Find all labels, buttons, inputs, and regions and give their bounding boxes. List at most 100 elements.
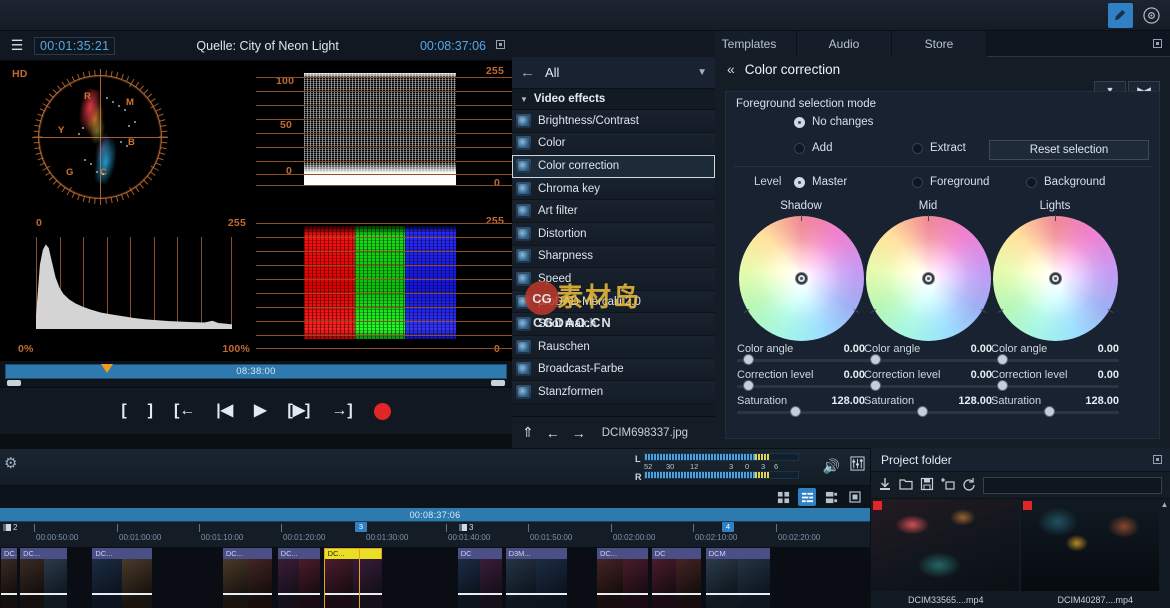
timeline-range-bar[interactable]: 00:08:37:06 [0, 508, 870, 522]
list-item[interactable]: DCIM33565....mp4 [871, 499, 1021, 607]
maximize-icon[interactable] [1153, 39, 1162, 48]
histogram-scope[interactable]: 0 255 0% 100% [0, 211, 256, 361]
mark-out-button[interactable]: ] [148, 403, 153, 419]
scrubber-range-bar[interactable] [5, 380, 507, 386]
previous-frame-button[interactable]: |◀ [216, 403, 233, 419]
table-row[interactable]: DCM [704, 548, 770, 608]
slider-knob[interactable] [997, 380, 1008, 391]
radio-extract[interactable]: Extract [912, 142, 966, 154]
slider-correction-level[interactable]: Correction level 0.00 [860, 369, 996, 393]
radio-no-changes[interactable]: No changes [794, 116, 873, 128]
slider-knob[interactable] [1044, 406, 1055, 417]
slider-saturation[interactable]: Saturation 128.00 [860, 395, 996, 419]
radio-background[interactable]: Background [1026, 176, 1105, 188]
slider-knob[interactable] [917, 406, 928, 417]
timeline-chapter-badge[interactable]: 4 [722, 522, 734, 532]
slider-knob[interactable] [870, 380, 881, 391]
vectorscope[interactable]: HD /*ticks injected*/ R M B C G Y [0, 61, 256, 211]
timeline-chapter-badge[interactable]: 3 [355, 522, 367, 532]
effect-item-rauschen[interactable]: Rauschen [512, 335, 715, 359]
chevron-down-icon[interactable]: ▼ [697, 67, 707, 78]
tab-store[interactable]: Store [892, 31, 987, 57]
slider-track[interactable] [991, 411, 1119, 414]
effects-group-header[interactable]: ▼ Video effects [512, 89, 715, 110]
timeline-playhead[interactable] [354, 548, 365, 608]
timeline-marker[interactable]: 2 [3, 523, 17, 532]
slider-knob[interactable] [790, 406, 801, 417]
radio-foreground[interactable]: Foreground [912, 176, 989, 188]
effect-item-color[interactable]: Color [512, 132, 715, 156]
slider-track[interactable] [864, 359, 992, 362]
radio-add[interactable]: Add [794, 142, 832, 154]
effect-item-prodad-mercalli[interactable]: proDAD Mercalli 2.0 [512, 290, 715, 314]
slider-color-angle[interactable]: Color angle 0.00 [733, 343, 869, 367]
chevron-up-icon[interactable]: ▲ [1159, 499, 1170, 511]
slider-saturation[interactable]: Saturation 128.00 [733, 395, 869, 419]
table-row[interactable]: D3M... [504, 548, 568, 608]
slider-knob[interactable] [743, 354, 754, 365]
scene-overview-button[interactable] [822, 488, 840, 506]
effect-item-distortion[interactable]: Distortion [512, 222, 715, 246]
scrubber-playhead[interactable] [101, 364, 113, 373]
timeline-marker[interactable]: 3 [459, 523, 473, 532]
slider-correction-level[interactable]: Correction level 0.00 [733, 369, 869, 393]
table-row[interactable]: DC... [0, 548, 18, 608]
table-row[interactable]: DC... [91, 548, 153, 608]
slider-color-angle[interactable]: Color angle 0.00 [987, 343, 1123, 367]
download-icon[interactable] [878, 477, 892, 494]
timeline-track[interactable]: DC... DC... DC... DC... DC... DC... DC [0, 548, 870, 608]
slider-knob[interactable] [997, 354, 1008, 365]
color-wheel-knob[interactable] [1049, 273, 1061, 284]
tab-templates[interactable]: Templates [702, 31, 797, 57]
maximize-icon[interactable] [496, 40, 505, 49]
effects-list[interactable]: ▼ Video effects Brightness/Contrast Colo… [512, 89, 715, 416]
slider-track[interactable] [737, 411, 865, 414]
current-timecode[interactable]: 00:01:35:21 [34, 36, 116, 55]
speaker-icon[interactable]: 🔊 [823, 458, 840, 475]
table-row[interactable]: DC... [276, 548, 321, 608]
slider-saturation[interactable]: Saturation 128.00 [987, 395, 1123, 419]
table-row[interactable]: DC... [19, 548, 67, 608]
effect-item-brightness-contrast[interactable]: Brightness/Contrast [512, 110, 715, 133]
color-wheel-disc[interactable] [865, 215, 991, 341]
folder-icon[interactable] [899, 477, 913, 494]
slider-track[interactable] [864, 385, 992, 388]
refresh-icon[interactable] [962, 477, 976, 494]
color-wheel-disc[interactable] [738, 215, 864, 341]
table-row[interactable]: DC [650, 548, 702, 608]
record-button[interactable] [373, 402, 391, 420]
arrow-left-icon[interactable]: ← [546, 425, 560, 441]
list-item[interactable]: DCIM40287....mp4 [1020, 499, 1170, 607]
arrow-left-icon[interactable]: ← [520, 64, 535, 81]
effect-item-chroma-key[interactable]: Chroma key [512, 177, 715, 201]
slider-knob[interactable] [743, 380, 754, 391]
play-button[interactable]: ▶ [254, 403, 266, 419]
effect-item-art-filter[interactable]: Art filter [512, 200, 715, 223]
save-icon[interactable] [920, 477, 934, 494]
slider-track[interactable] [737, 385, 865, 388]
storyboard-view-button[interactable] [774, 488, 792, 506]
jump-to-in-button[interactable]: [← [174, 403, 195, 419]
waveform-scope[interactable]: 100 50 0 255 0 [256, 61, 512, 211]
add-folder-icon[interactable] [941, 477, 955, 494]
tab-audio[interactable]: Audio [797, 31, 892, 57]
maximize-icon[interactable] [1153, 455, 1162, 464]
effect-item-broadcast-farbe[interactable]: Broadcast-Farbe [512, 358, 715, 382]
preview-scrubber[interactable]: 08:38:00 [5, 364, 507, 379]
slider-knob[interactable] [870, 354, 881, 365]
table-row[interactable]: DC... [323, 548, 382, 608]
effect-item-color-correction[interactable]: Color correction [512, 155, 715, 178]
effects-filter-label[interactable]: All [545, 65, 697, 80]
slider-track[interactable] [737, 359, 865, 362]
radio-master[interactable]: Master [794, 176, 847, 188]
search-input[interactable] [983, 476, 1162, 494]
jump-to-out-button[interactable]: →] [331, 403, 352, 419]
disc-settings-icon[interactable] [1139, 3, 1164, 28]
double-chevron-left-icon[interactable]: « [727, 61, 735, 77]
slider-track[interactable] [864, 411, 992, 414]
color-wheel-disc[interactable] [992, 215, 1118, 341]
effect-item-speed[interactable]: Speed [512, 268, 715, 291]
effect-item-sharpness[interactable]: Sharpness [512, 245, 715, 269]
effect-item-stanzformen[interactable]: Stanzformen [512, 381, 715, 404]
fullscreen-button[interactable] [846, 488, 864, 506]
